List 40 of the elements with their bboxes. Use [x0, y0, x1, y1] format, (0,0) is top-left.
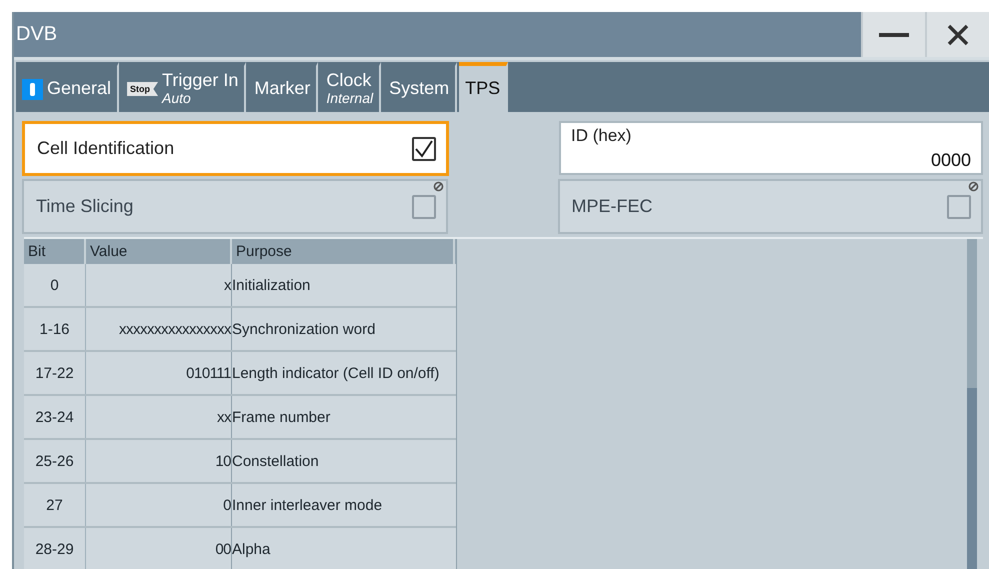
table-cell: 28-29 — [24, 528, 86, 569]
table-cell: xx — [86, 396, 232, 438]
id-field[interactable]: ID (hex) 0000 — [559, 121, 983, 175]
field-value: 0000 — [930, 150, 971, 171]
checkbox[interactable] — [412, 136, 436, 160]
table-cell: 17-22 — [24, 352, 86, 394]
checkbox-label: Time Slicing — [36, 196, 134, 217]
table-cell: 1-16 — [24, 308, 86, 350]
table-cell-text: Frame number — [232, 408, 332, 428]
table-cell: 23-24 — [24, 396, 86, 438]
minimize-icon — [879, 32, 909, 36]
checkbox-tile[interactable]: Cell Identification — [22, 121, 449, 176]
table-cell-text: Inner interleaver mode — [232, 496, 384, 516]
table-cell: 0 — [86, 484, 232, 526]
scrollbar[interactable] — [967, 239, 977, 569]
table-cell: 10 — [86, 440, 232, 482]
table-cell-text: Constellation — [232, 452, 320, 472]
table-cell: 27 — [24, 484, 86, 526]
table-cell: xxxxxxxxxxxxxxxx — [86, 308, 232, 350]
close-button[interactable] — [925, 12, 989, 57]
field-label: ID (hex) — [571, 126, 632, 146]
table-cell: 25-26 — [24, 440, 86, 482]
close-icon — [947, 24, 969, 46]
table-cell: 00 — [86, 528, 232, 569]
window-title: DVB — [15, 23, 58, 46]
disabled-icon — [432, 181, 444, 192]
checkbox-label: Cell Identification — [37, 138, 174, 159]
table-cell-text: Length indicator (Cell ID on/off) — [232, 364, 440, 384]
checkbox-label: MPE-FEC — [572, 196, 652, 217]
table-cell-text: Alpha — [232, 540, 272, 560]
table-cell-text: Synchronization word — [232, 320, 376, 340]
info-icon — [22, 78, 43, 100]
table-cell: 010111 — [86, 352, 232, 394]
table-cell: x — [86, 264, 232, 306]
table-cell-text: Initialization — [232, 276, 312, 296]
disabled-icon — [968, 181, 979, 192]
minimize-button[interactable] — [861, 12, 925, 57]
tab[interactable]: TPS — [459, 62, 508, 112]
table-cell: 0 — [24, 264, 86, 306]
stop-badge: Stop — [127, 82, 158, 96]
